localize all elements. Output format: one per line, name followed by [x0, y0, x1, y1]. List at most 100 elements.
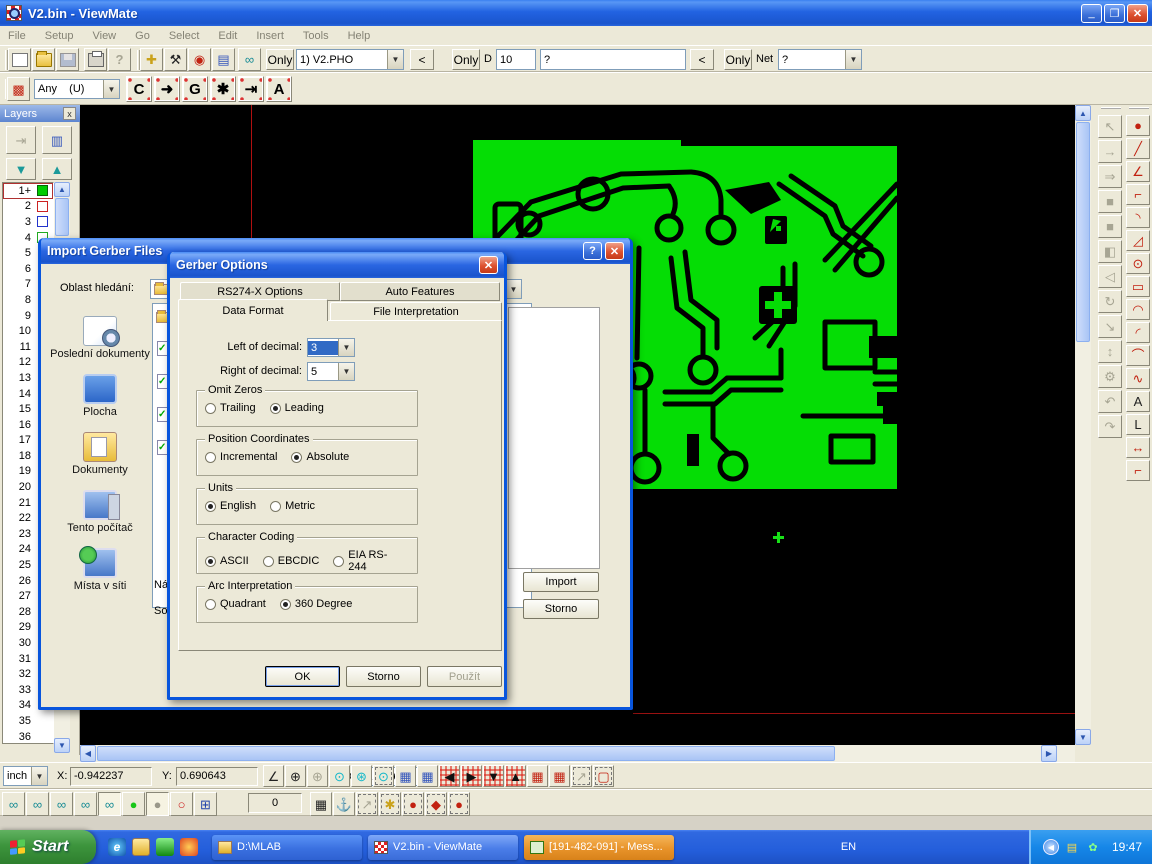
highlight-outline-icon[interactable]: ○: [170, 792, 193, 816]
pad-diamond-icon[interactable]: ◆: [425, 792, 447, 816]
place-computer[interactable]: Tento počítač: [49, 490, 151, 534]
menu-item[interactable]: Edit: [218, 30, 237, 42]
radio-icon[interactable]: [270, 501, 281, 512]
select-goto-icon[interactable]: ➜: [154, 76, 180, 102]
chevron-down-icon[interactable]: ▼: [103, 80, 119, 98]
view-traces-icon[interactable]: ∞: [26, 792, 49, 816]
pan-left-icon[interactable]: ◀: [439, 765, 460, 787]
tab-data-format[interactable]: Data Format: [178, 299, 328, 321]
view-polygons-icon[interactable]: ∞: [50, 792, 73, 816]
save-file-button[interactable]: [56, 48, 79, 71]
pad-dot-icon[interactable]: ●: [448, 792, 470, 816]
radio-icon[interactable]: [280, 599, 291, 610]
layer-row[interactable]: 36: [3, 729, 53, 744]
redo-icon[interactable]: ↷: [1098, 415, 1122, 438]
radio-option[interactable]: Metric: [270, 500, 315, 512]
menu-item[interactable]: Setup: [45, 30, 74, 42]
shear-icon[interactable]: ◁: [1098, 265, 1122, 288]
select-track-icon[interactable]: ⇥: [238, 76, 264, 102]
quick-ie-icon[interactable]: e: [108, 838, 126, 856]
unit-combobox[interactable]: inch ▼: [3, 766, 48, 786]
select-type-combobox[interactable]: Any (U) ▼: [34, 79, 120, 99]
scroll-right-icon[interactable]: ▶: [1041, 745, 1057, 762]
place-recent-documents[interactable]: Poslední dokumenty: [49, 316, 151, 360]
view-all-icon[interactable]: ∞: [98, 792, 121, 816]
layer-row[interactable]: 2: [3, 199, 53, 215]
draw-arc3-icon[interactable]: ⌒: [1126, 345, 1150, 366]
cancel-button[interactable]: Storno: [346, 666, 421, 687]
tray-app-icon[interactable]: ✿: [1085, 839, 1101, 855]
mirror-icon[interactable]: ◧: [1098, 240, 1122, 263]
print-button[interactable]: [84, 48, 107, 71]
layer-colors-icon[interactable]: ▤: [212, 48, 235, 71]
radio-icon[interactable]: [205, 452, 216, 463]
import-button[interactable]: Import: [523, 572, 599, 592]
menu-item[interactable]: Select: [169, 30, 200, 42]
task-button[interactable]: D:\MLAB: [212, 835, 362, 860]
tray-clipboard-icon[interactable]: ▤: [1064, 839, 1080, 855]
measure-button[interactable]: ∞: [238, 48, 261, 71]
layer-film-button[interactable]: ▥: [42, 126, 72, 154]
draw-text-icon[interactable]: A: [1126, 391, 1150, 412]
pan-right-icon[interactable]: ▶: [461, 765, 482, 787]
menu-item[interactable]: File: [8, 30, 26, 42]
highlight-on-icon[interactable]: ●: [122, 792, 145, 816]
menu-item[interactable]: Help: [348, 30, 371, 42]
draw-line-icon[interactable]: ╱: [1126, 138, 1150, 159]
select-flash-icon[interactable]: ✱: [210, 76, 236, 102]
only-net-button[interactable]: Only: [724, 49, 752, 70]
settings-gear-icon[interactable]: ⚙: [1098, 365, 1122, 388]
chevron-down-icon[interactable]: ▼: [338, 339, 354, 356]
copy-item-icon[interactable]: ⇒: [1098, 165, 1122, 188]
vscroll-thumb[interactable]: [1076, 122, 1090, 342]
draw-dimension-icon[interactable]: ↔: [1126, 437, 1150, 458]
layers-panel-titlebar[interactable]: Layers x: [0, 105, 80, 122]
layer-row[interactable]: 3: [3, 214, 53, 230]
view-pads-icon[interactable]: ∞: [2, 792, 25, 816]
center-target-icon[interactable]: ⊕: [285, 765, 306, 787]
layer-combobox[interactable]: 1) V2.PHO ▼: [296, 49, 404, 70]
select-c-icon[interactable]: C: [126, 76, 152, 102]
pad-round-icon[interactable]: ●: [402, 792, 424, 816]
draw-pad-icon[interactable]: ●: [1126, 115, 1150, 136]
draw-arc-icon[interactable]: ◠: [1126, 299, 1150, 320]
draw-corner-icon[interactable]: ⌐: [1126, 184, 1150, 205]
rotate-icon[interactable]: ↻: [1098, 290, 1122, 313]
layer-color-swatch[interactable]: [37, 185, 48, 196]
draw-rectangle-icon[interactable]: ▭: [1126, 276, 1150, 297]
tools-icon[interactable]: ⚒: [164, 48, 187, 71]
dcode-input[interactable]: 10: [496, 49, 536, 70]
draw-outline-icon[interactable]: ⌐: [1126, 460, 1150, 481]
draw-circle-icon[interactable]: ⊙: [1126, 253, 1150, 274]
chevron-down-icon[interactable]: ▼: [505, 280, 521, 298]
anchor-icon[interactable]: ⚓: [333, 792, 355, 816]
layer-row[interactable]: 35: [3, 713, 53, 729]
prev-layer-button[interactable]: <: [410, 49, 434, 70]
stretch-icon[interactable]: ↗: [571, 765, 592, 787]
chevron-down-icon[interactable]: ▼: [387, 50, 403, 69]
quad-view-icon[interactable]: ⊞: [194, 792, 217, 816]
dialog-close-icon[interactable]: ✕: [605, 242, 624, 260]
dcode-query-input[interactable]: ?: [540, 49, 686, 70]
radio-option[interactable]: EIA RS-244: [333, 549, 399, 573]
film-copy-icon[interactable]: ▦: [549, 765, 570, 787]
radio-icon[interactable]: [205, 556, 216, 567]
hscroll-thumb[interactable]: [97, 746, 835, 761]
radio-option[interactable]: Leading: [270, 402, 324, 414]
menu-item[interactable]: Go: [135, 30, 150, 42]
place-network[interactable]: Místa v síti: [49, 548, 151, 592]
left-of-decimal-combo[interactable]: 3 ▼: [307, 338, 355, 357]
square-small-icon[interactable]: ■: [1098, 190, 1122, 213]
film-table-icon[interactable]: ▦: [395, 765, 416, 787]
radio-option[interactable]: EBCDIC: [263, 555, 320, 567]
menu-item[interactable]: View: [92, 30, 116, 42]
layer-row[interactable]: 1+: [3, 183, 53, 199]
chevron-down-icon[interactable]: ▼: [845, 50, 861, 69]
select-arrow-icon[interactable]: ↖: [1098, 115, 1122, 138]
angle-measure-icon[interactable]: ∠: [263, 765, 284, 787]
zoom-in-icon[interactable]: ⊙: [329, 765, 350, 787]
prev-net-button[interactable]: <: [690, 49, 714, 70]
tab-file-interpretation[interactable]: File Interpretation: [330, 302, 502, 321]
scale-icon[interactable]: ↘: [1098, 315, 1122, 338]
only-dcode-button[interactable]: Only: [452, 49, 480, 70]
